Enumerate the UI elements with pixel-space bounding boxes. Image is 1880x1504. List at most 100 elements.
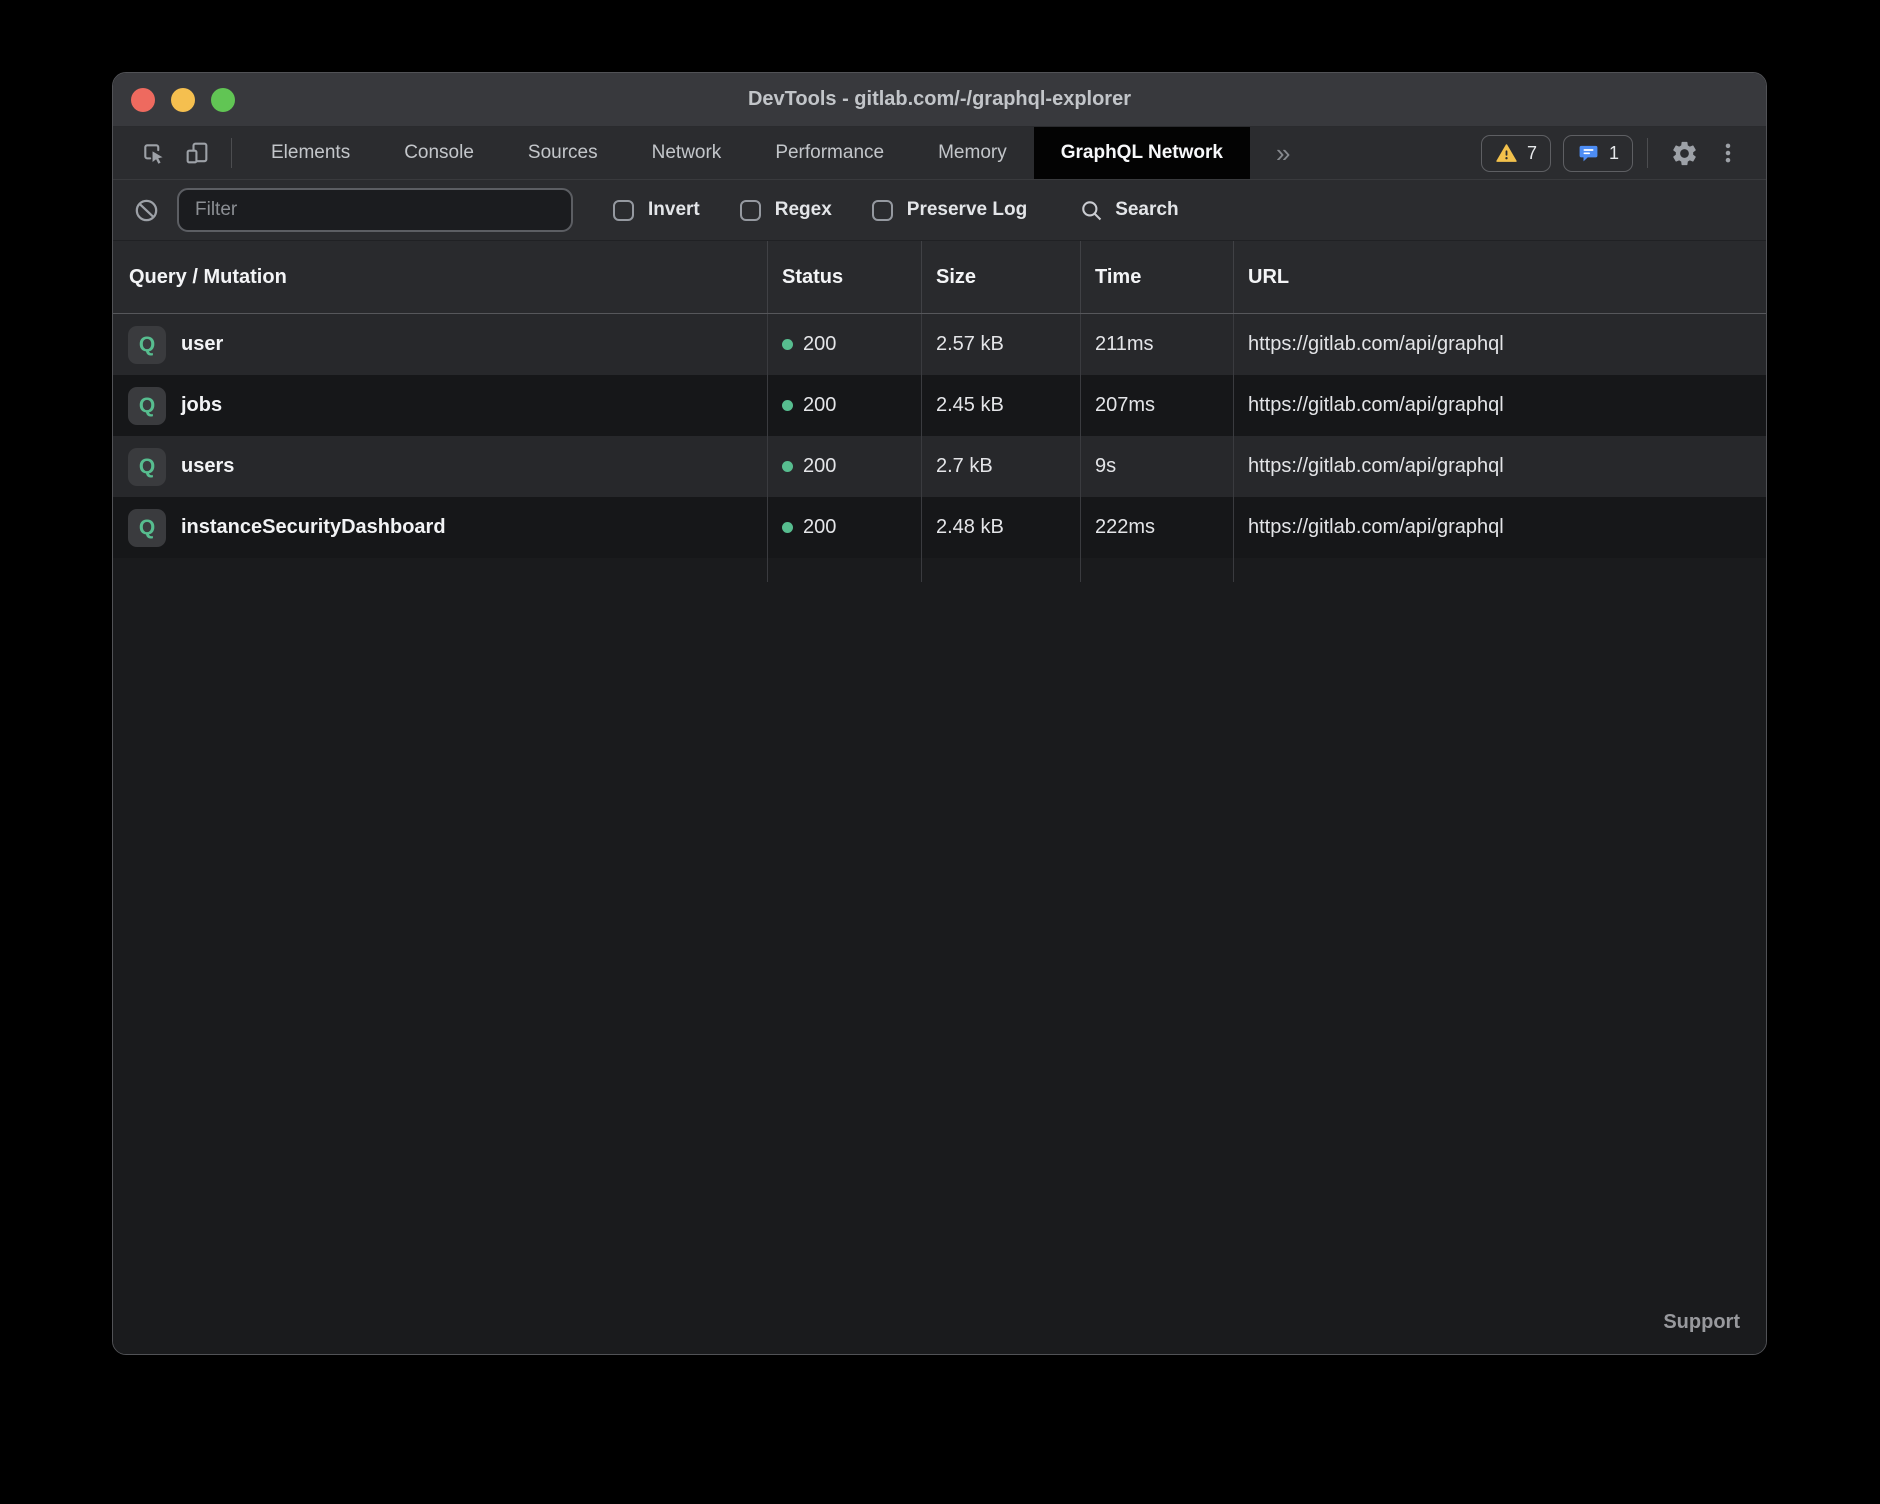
titlebar: DevTools - gitlab.com/-/graphql-explorer <box>113 73 1766 127</box>
warnings-button[interactable]: 7 <box>1481 135 1551 172</box>
block-icon <box>133 197 160 224</box>
device-toolbar-button[interactable] <box>175 134 219 172</box>
status-ok-dot <box>782 461 793 472</box>
tab-list: ElementsConsoleSourcesNetworkPerformance… <box>244 127 1250 179</box>
status-ok-dot <box>782 339 793 350</box>
search-button[interactable]: Search <box>1079 198 1178 223</box>
devtools-tabbar: ElementsConsoleSourcesNetworkPerformance… <box>113 127 1766 179</box>
checkbox-preserve-log[interactable]: Preserve Log <box>872 199 1027 221</box>
inspect-cursor-icon <box>139 139 167 167</box>
query-cell: Qjobs <box>113 375 767 436</box>
status-cell: 200 <box>767 497 921 558</box>
table-row-user[interactable]: Quser 200 2.57 kB211mshttps://gitlab.com/a… <box>113 314 1766 375</box>
gear-icon <box>1670 139 1699 168</box>
warning-count: 7 <box>1527 143 1537 164</box>
status-code: 200 <box>803 455 836 478</box>
time-cell: 211ms <box>1080 314 1233 375</box>
table-row-instancesecuritydashboard[interactable]: QinstanceSecurityDashboard 200 2.48 kB222m… <box>113 497 1766 558</box>
checkbox-invert[interactable]: Invert <box>613 199 700 221</box>
size-cell: 2.7 kB <box>921 436 1080 497</box>
more-tabs-button[interactable]: » <box>1250 138 1316 169</box>
url-cell: https://gitlab.com/api/graphql <box>1233 314 1766 375</box>
tab-memory[interactable]: Memory <box>911 127 1034 179</box>
tab-network[interactable]: Network <box>625 127 749 179</box>
panel-body: Support <box>113 582 1766 1354</box>
query-type-badge: Q <box>128 326 166 364</box>
tab-console[interactable]: Console <box>377 127 501 179</box>
column-header-status[interactable]: Status <box>767 241 921 313</box>
filter-toolbar: Invert Regex Preserve Log Search <box>113 179 1766 241</box>
tab-performance[interactable]: Performance <box>748 127 911 179</box>
column-header-size[interactable]: Size <box>921 241 1080 313</box>
filter-input[interactable] <box>177 188 573 232</box>
url-cell: https://gitlab.com/api/graphql <box>1233 375 1766 436</box>
query-name: instanceSecurityDashboard <box>181 516 446 539</box>
checkbox-label: Invert <box>648 199 700 221</box>
status-cell: 200 <box>767 436 921 497</box>
time-cell: 207ms <box>1080 375 1233 436</box>
tab-graphql-network[interactable]: GraphQL Network <box>1034 127 1250 179</box>
checkbox-box[interactable] <box>872 200 893 221</box>
status-code: 200 <box>803 394 836 417</box>
checkbox-box[interactable] <box>740 200 761 221</box>
filter-checkboxes: Invert Regex Preserve Log <box>573 199 1027 221</box>
checkbox-label: Regex <box>775 199 832 221</box>
url-cell: https://gitlab.com/api/graphql <box>1233 436 1766 497</box>
query-cell: QinstanceSecurityDashboard <box>113 497 767 558</box>
tabbar-separator-right <box>1647 138 1648 168</box>
issues-bubble-icon <box>1577 142 1600 165</box>
tab-sources[interactable]: Sources <box>501 127 625 179</box>
zoom-window-button[interactable] <box>211 88 235 112</box>
column-header-query-mutation[interactable]: Query / Mutation <box>113 241 767 313</box>
status-ok-dot <box>782 400 793 411</box>
table-body: Quser2002.57 kB211mshttps://gitlab.com/a… <box>113 314 1766 558</box>
issue-count: 1 <box>1609 143 1619 164</box>
size-cell: 2.57 kB <box>921 314 1080 375</box>
time-cell: 9s <box>1080 436 1233 497</box>
status-cell: 200 <box>767 314 921 375</box>
minimize-window-button[interactable] <box>171 88 195 112</box>
status-ok-dot <box>782 522 793 533</box>
size-cell: 2.48 kB <box>921 497 1080 558</box>
checkbox-regex[interactable]: Regex <box>740 199 832 221</box>
support-link[interactable]: Support <box>1663 1311 1740 1334</box>
column-header-time[interactable]: Time <box>1080 241 1233 313</box>
devtools-window: DevTools - gitlab.com/-/graphql-explorer… <box>112 72 1767 1355</box>
window-title: DevTools - gitlab.com/-/graphql-explorer <box>113 88 1766 111</box>
query-name: user <box>181 333 223 356</box>
table-header: Query / MutationStatusSizeTimeURL <box>113 241 1766 314</box>
status-code: 200 <box>803 516 836 539</box>
status-code: 200 <box>803 333 836 356</box>
status-cell: 200 <box>767 375 921 436</box>
search-icon <box>1079 198 1104 223</box>
column-header-url[interactable]: URL <box>1233 241 1766 313</box>
traffic-lights <box>113 88 235 112</box>
query-name: jobs <box>181 394 222 417</box>
time-cell: 222ms <box>1080 497 1233 558</box>
checkbox-box[interactable] <box>613 200 634 221</box>
clear-requests-button[interactable] <box>129 193 163 227</box>
url-cell: https://gitlab.com/api/graphql <box>1233 497 1766 558</box>
column-divider-extension <box>113 558 1766 582</box>
query-cell: Qusers <box>113 436 767 497</box>
query-cell: Quser <box>113 314 767 375</box>
close-window-button[interactable] <box>131 88 155 112</box>
table-row-jobs[interactable]: Qjobs 200 2.45 kB207mshttps://gitlab.com/a… <box>113 375 1766 436</box>
device-toolbar-icon <box>183 139 211 167</box>
query-type-badge: Q <box>128 509 166 547</box>
kebab-menu-icon <box>1715 140 1741 166</box>
query-name: users <box>181 455 234 478</box>
size-cell: 2.45 kB <box>921 375 1080 436</box>
tab-elements[interactable]: Elements <box>244 127 377 179</box>
warning-triangle-icon <box>1495 142 1518 165</box>
devtools-menu-button[interactable] <box>1706 133 1750 173</box>
tabbar-separator <box>231 138 232 168</box>
search-label: Search <box>1115 199 1178 221</box>
table-row-users[interactable]: Qusers 200 2.7 kB9shttps://gitlab.com/api/… <box>113 436 1766 497</box>
issues-button[interactable]: 1 <box>1563 135 1633 172</box>
checkbox-label: Preserve Log <box>907 199 1027 221</box>
inspect-element-button[interactable] <box>131 134 175 172</box>
query-type-badge: Q <box>128 448 166 486</box>
query-type-badge: Q <box>128 387 166 425</box>
settings-button[interactable] <box>1662 133 1706 173</box>
